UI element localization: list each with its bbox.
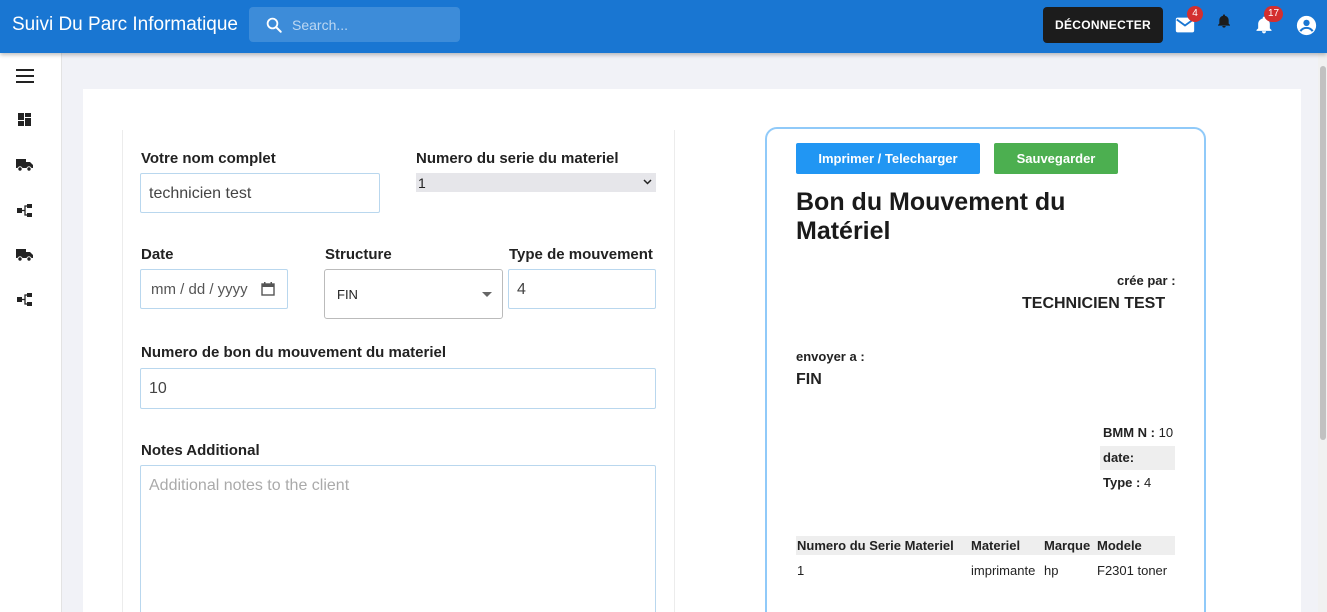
bon-label: Numero de bon du mouvement du materiel	[141, 344, 447, 361]
table-header-serial: Numero du Serie Materiel	[797, 538, 954, 553]
truck-icon	[16, 249, 33, 262]
date-field[interactable]: mm / dd / yyyy	[140, 269, 288, 309]
name-value: technicien test	[149, 185, 252, 202]
hierarchy-icon	[17, 293, 32, 306]
table-cell-modele: F2301 toner	[1097, 563, 1168, 578]
print-download-button[interactable]: Imprimer / Telecharger	[796, 143, 980, 174]
app-title: Suivi Du Parc Informatique	[12, 14, 238, 35]
save-button[interactable]: Sauvegarder	[994, 143, 1118, 174]
bell-icon	[1218, 14, 1230, 28]
search-icon	[266, 17, 282, 33]
sidebar-item-dashboard[interactable]	[18, 113, 31, 131]
bon-field[interactable]: 10	[140, 368, 656, 409]
search-box[interactable]	[249, 7, 460, 42]
mail-badge: 4	[1187, 6, 1203, 22]
send-to-label: envoyer a :	[796, 349, 865, 364]
chevron-down-icon	[643, 179, 652, 185]
sidebar-menu-toggle[interactable]	[16, 69, 34, 88]
calendar-icon[interactable]	[261, 282, 275, 296]
menu-icon	[16, 69, 34, 83]
bon-value: 10	[149, 380, 167, 397]
date-placeholder: mm / dd / yyyy	[151, 281, 248, 298]
notes-label: Notes Additional	[141, 442, 260, 459]
top-app-bar: Suivi Du Parc Informatique DÉCONNECTER 4…	[0, 0, 1327, 53]
document-title: Bon du Mouvement du Matériel	[796, 188, 1066, 245]
type-label: Type de mouvement	[509, 246, 653, 263]
notifications-badge: 17	[1264, 6, 1284, 22]
dashboard-icon	[18, 113, 31, 126]
search-input[interactable]	[292, 15, 452, 35]
hierarchy-icon	[17, 204, 32, 217]
date-row: date:	[1100, 446, 1175, 470]
account-circle-icon	[1296, 15, 1317, 36]
serial-label: Numero du serie du materiel	[416, 150, 619, 167]
structure-value: FIN	[337, 287, 358, 302]
created-by-value: TECHNICIEN TEST	[1022, 295, 1166, 312]
logout-button[interactable]: DÉCONNECTER	[1043, 7, 1163, 43]
notes-placeholder: Additional notes to the client	[149, 477, 350, 494]
bmm-row: BMM N : 10	[1103, 425, 1174, 440]
type-field[interactable]: 4	[508, 269, 656, 309]
structure-select[interactable]: FIN	[324, 269, 503, 319]
created-by-label: crée par :	[1117, 273, 1176, 288]
notifications-button[interactable]: 17	[1254, 6, 1284, 41]
caret-down-icon	[482, 292, 492, 297]
alerts-button[interactable]	[1216, 12, 1232, 35]
page-scrollbar-thumb[interactable]	[1320, 66, 1326, 440]
send-to-value: FIN	[796, 371, 822, 388]
sidebar-item-hierarchy-2[interactable]	[17, 293, 32, 311]
date-label: Date	[141, 246, 174, 263]
account-button[interactable]	[1296, 15, 1317, 41]
truck-icon	[16, 159, 33, 172]
table-header-marque: Marque	[1044, 538, 1091, 553]
type-value: 4	[517, 281, 526, 298]
table-cell-materiel: imprimante	[971, 563, 1036, 578]
table-cell-marque: hp	[1044, 563, 1059, 578]
sidebar-item-truck[interactable]	[16, 158, 33, 177]
sidebar-item-hierarchy[interactable]	[17, 204, 32, 222]
mail-button[interactable]: 4	[1174, 6, 1203, 41]
name-label: Votre nom complet	[141, 150, 276, 167]
notes-textarea[interactable]: Additional notes to the client	[140, 465, 656, 612]
type-row: Type : 4	[1103, 475, 1152, 490]
structure-label: Structure	[325, 246, 392, 263]
document-info: BMM N : 10 date: Type : 4	[1100, 421, 1175, 496]
sidebar-item-truck-2[interactable]	[16, 248, 33, 267]
name-field[interactable]: technicien test	[140, 173, 380, 213]
table-cell-serial: 1	[797, 563, 805, 578]
sidebar	[0, 53, 62, 612]
serial-select[interactable]: 1	[416, 173, 656, 192]
serial-value: 1	[418, 175, 426, 191]
table-header-materiel: Materiel	[971, 538, 1021, 553]
table-header-modele: Modele	[1097, 538, 1142, 553]
